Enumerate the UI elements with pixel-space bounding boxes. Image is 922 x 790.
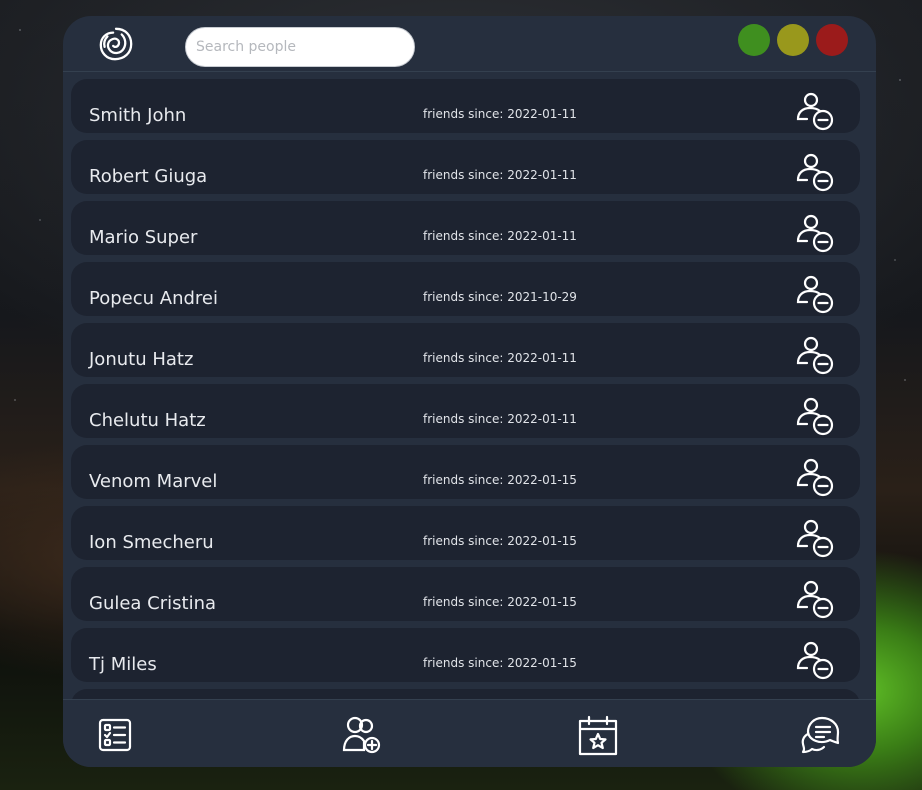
friend-name: Gulea Cristina [89, 593, 217, 614]
friend-row: Tj Miles friends since: 2022-01-15 [71, 628, 860, 682]
friend-name: Robert Giuga [89, 166, 208, 187]
remove-friend-button[interactable] [793, 396, 837, 438]
maximize-button[interactable] [777, 24, 809, 56]
friend-row-partial [71, 689, 860, 699]
friends-since: friends since: 2022-01-11 [423, 107, 577, 121]
friends-since: friends since: 2022-01-15 [423, 595, 577, 609]
remove-friend-icon [796, 519, 834, 558]
friend-row: Venom Marvel friends since: 2022-01-15 [71, 445, 860, 499]
remove-friend-button[interactable] [793, 335, 837, 377]
remove-friend-icon [796, 580, 834, 619]
friends-since: friends since: 2022-01-11 [423, 229, 577, 243]
remove-friend-icon [796, 214, 834, 253]
calendar-star-icon [578, 715, 618, 756]
friends-since: friends since: 2022-01-15 [423, 534, 577, 548]
add-friend-nav-button[interactable] [341, 714, 381, 756]
remove-friend-icon [796, 336, 834, 375]
remove-friend-icon [796, 641, 834, 680]
remove-friend-button[interactable] [793, 91, 837, 133]
remove-friend-icon [796, 458, 834, 497]
friends-list-nav-button[interactable] [95, 714, 135, 756]
friend-row: Ion Smecheru friends since: 2022-01-15 [71, 506, 860, 560]
remove-friend-icon [796, 92, 834, 131]
friend-name: Smith John [89, 105, 187, 126]
remove-friend-button[interactable] [793, 152, 837, 194]
remove-friend-icon [796, 397, 834, 436]
chat-nav-button[interactable] [800, 714, 840, 756]
friend-row: Chelutu Hatz friends since: 2022-01-11 [71, 384, 860, 438]
add-friend-icon [342, 716, 381, 754]
remove-friend-button[interactable] [793, 579, 837, 621]
chat-icon [801, 716, 840, 754]
remove-friend-button[interactable] [793, 640, 837, 682]
friends-since: friends since: 2022-01-11 [423, 351, 577, 365]
friend-row: Jonutu Hatz friends since: 2022-01-11 [71, 323, 860, 377]
friends-since: friends since: 2022-01-11 [423, 168, 577, 182]
remove-friend-button[interactable] [793, 213, 837, 255]
friends-since: friends since: 2021-10-29 [423, 290, 577, 304]
friend-row: Robert Giuga friends since: 2022-01-11 [71, 140, 860, 194]
friend-row: Smith John friends since: 2022-01-11 [71, 79, 860, 133]
events-nav-button[interactable] [578, 714, 618, 756]
friend-name: Venom Marvel [89, 471, 218, 492]
minimize-button[interactable] [738, 24, 770, 56]
remove-friend-icon [796, 275, 834, 314]
friend-name: Popecu Andrei [89, 288, 218, 309]
friend-row: Popecu Andrei friends since: 2021-10-29 [71, 262, 860, 316]
friend-name: Tj Miles [89, 654, 157, 675]
friends-since: friends since: 2022-01-11 [423, 412, 577, 426]
friend-row: Mario Super friends since: 2022-01-11 [71, 201, 860, 255]
remove-friend-button[interactable] [793, 457, 837, 499]
remove-friend-icon [796, 153, 834, 192]
friends-list[interactable]: Smith John friends since: 2022-01-11 Rob… [71, 79, 860, 699]
remove-friend-button[interactable] [793, 518, 837, 560]
friend-name: Ion Smecheru [89, 532, 214, 553]
friend-name: Jonutu Hatz [89, 349, 194, 370]
bottom-nav [63, 699, 876, 767]
friends-since: friends since: 2022-01-15 [423, 473, 577, 487]
search-input[interactable] [185, 27, 415, 67]
friends-since: friends since: 2022-01-15 [423, 656, 577, 670]
spiral-logo-icon[interactable] [97, 25, 135, 63]
top-bar [63, 16, 876, 72]
friend-name: Mario Super [89, 227, 198, 248]
close-button[interactable] [816, 24, 848, 56]
friend-row: Gulea Cristina friends since: 2022-01-15 [71, 567, 860, 621]
list-icon [98, 718, 132, 752]
app-window: Smith John friends since: 2022-01-11 Rob… [63, 16, 876, 767]
friend-name: Chelutu Hatz [89, 410, 206, 431]
remove-friend-button[interactable] [793, 274, 837, 316]
